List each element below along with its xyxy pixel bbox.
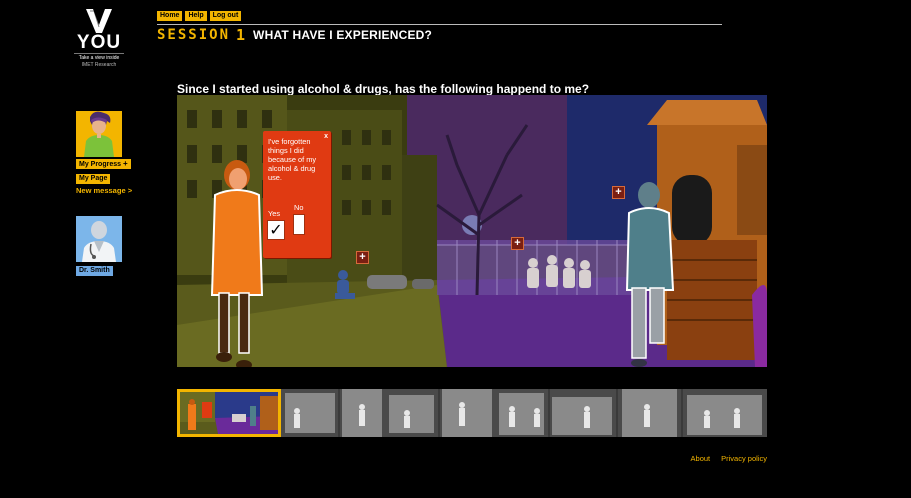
scene-filmstrip (177, 389, 767, 437)
about-link[interactable]: About (691, 454, 711, 463)
logo-word: YOU (76, 32, 122, 53)
filmstrip-thumb-active[interactable] (177, 389, 281, 437)
popup-statement: I've forgotten things I did because of m… (268, 137, 317, 182)
footer: About Privacy policy (691, 454, 767, 463)
my-page-button[interactable]: My Page (76, 174, 111, 184)
home-button[interactable]: Home (157, 11, 183, 21)
question-popup: x I've forgotten things I did because of… (263, 131, 331, 258)
logo-org: IMET Research (81, 62, 117, 68)
my-progress-button[interactable]: My Progress + (76, 159, 131, 169)
page-title: WHAT HAVE I EXPERIENCED? (253, 28, 433, 42)
help-button[interactable]: Help (185, 11, 207, 21)
user-avatar[interactable] (76, 111, 122, 157)
new-message-link[interactable]: New message > (76, 186, 132, 195)
doctor-name-button[interactable]: Dr. Smith (76, 266, 113, 276)
my-progress-label: My Progress (79, 161, 122, 168)
hotspot-plus-button[interactable]: + (356, 251, 369, 264)
question-text: Since I started using alcohol & drugs, h… (177, 82, 590, 96)
no-checkbox[interactable] (293, 214, 305, 235)
no-label: No (294, 203, 304, 212)
scene-image: + + + x I've forgotten things I did beca… (177, 95, 767, 367)
session-header: SESSION 1 WHAT HAVE I EXPERIENCED? (157, 26, 433, 44)
header-divider (157, 24, 722, 25)
session-number: 1 (236, 26, 246, 44)
hotspot-plus-button[interactable]: + (511, 237, 524, 250)
yes-checkbox[interactable]: ✓ (267, 220, 285, 240)
top-nav: Home Help Log out (157, 11, 242, 21)
plus-icon: + (123, 159, 128, 168)
doctor-avatar[interactable] (76, 216, 122, 262)
logo-tagline: Take a view inside (74, 53, 124, 62)
logo: YOU Take a view inside IMET Research (74, 8, 124, 69)
v-logo-icon (86, 9, 112, 33)
hotspot-plus-button[interactable]: + (612, 186, 625, 199)
logout-button[interactable]: Log out (209, 11, 242, 21)
privacy-policy-link[interactable]: Privacy policy (721, 454, 767, 463)
session-label: SESSION (157, 27, 231, 43)
yes-label: Yes (268, 209, 281, 218)
